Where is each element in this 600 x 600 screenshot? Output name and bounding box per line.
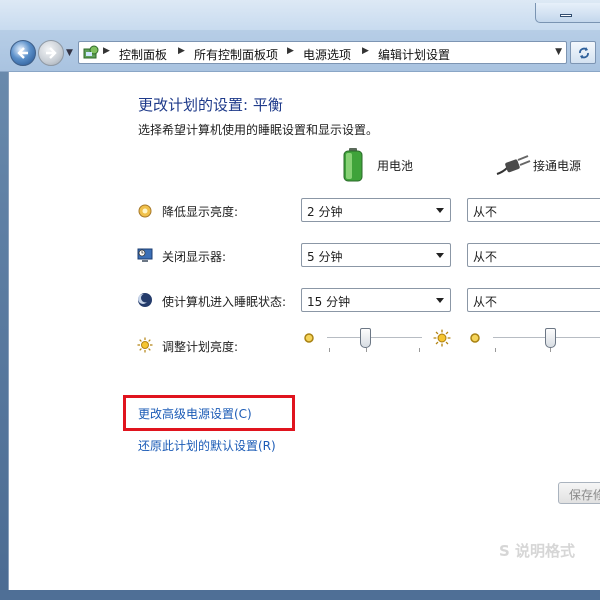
select-value: 2 分钟: [307, 205, 343, 219]
back-arrow-icon: [17, 47, 28, 59]
breadcrumb-control-panel[interactable]: 控制面板: [119, 46, 167, 63]
minimize-icon: [560, 14, 572, 17]
recent-pages-dropdown[interactable]: ▼: [66, 48, 73, 58]
brightness-battery-slider[interactable]: [360, 328, 371, 348]
brightness-high-icon: [433, 329, 451, 347]
select-value: 从不: [473, 205, 498, 219]
breadcrumb-all-items[interactable]: 所有控制面板项: [194, 46, 278, 63]
forward-arrow-icon: [46, 47, 57, 59]
address-bar[interactable]: ▶ 控制面板 ▶ 所有控制面板项 ▶ 电源选项 ▶ 编辑计划设置 ▼: [78, 41, 567, 64]
slider-tick: [495, 348, 496, 352]
column-header-battery: 用电池: [377, 159, 414, 173]
breadcrumb-separator[interactable]: ▶: [362, 46, 369, 56]
refresh-icon: [579, 47, 589, 59]
select-value: 从不: [473, 295, 498, 309]
dim-display-icon: [138, 204, 152, 218]
chevron-down-icon: [436, 208, 444, 213]
slider-tick: [550, 348, 551, 352]
select-value: 5 分钟: [307, 250, 343, 264]
brightness-sun-icon: [137, 337, 153, 353]
setting-label-brightness: 调整计划亮度:: [162, 340, 239, 354]
turn-off-display-battery-select[interactable]: 5 分钟: [301, 243, 451, 267]
address-dropdown-icon[interactable]: ▼: [555, 47, 562, 57]
brightness-low-icon: [304, 333, 314, 343]
page-title: 更改计划的设置: 平衡: [138, 96, 283, 114]
breadcrumb-separator[interactable]: ▶: [287, 46, 294, 56]
chevron-down-icon: [436, 253, 444, 258]
slider-tick: [419, 348, 420, 352]
breadcrumb-edit-plan[interactable]: 编辑计划设置: [378, 46, 450, 63]
setting-label-sleep: 使计算机进入睡眠状态:: [162, 295, 287, 309]
content-pane: 更改计划的设置: 平衡 选择希望计算机使用的睡眠设置和显示设置。 用电池 接通电…: [8, 72, 600, 600]
brightness-low-icon: [470, 333, 480, 343]
minimize-button[interactable]: [535, 3, 600, 23]
select-value: 从不: [473, 250, 498, 264]
dim-display-plugged-select[interactable]: 从不: [467, 198, 600, 222]
breadcrumb-separator[interactable]: ▶: [103, 46, 110, 56]
column-header-plugged-in: 接通电源: [533, 159, 582, 173]
title-bar: [0, 0, 600, 30]
power-plug-icon: [496, 155, 531, 175]
sleep-battery-select[interactable]: 15 分钟: [301, 288, 451, 312]
highlight-annotation: [123, 395, 295, 431]
battery-icon: [343, 148, 363, 182]
setting-label-dim-display: 降低显示亮度:: [162, 205, 239, 219]
restore-defaults-link[interactable]: 还原此计划的默认设置(R): [138, 437, 276, 454]
select-value: 15 分钟: [307, 295, 351, 309]
forward-button[interactable]: [38, 40, 64, 66]
page-subtitle: 选择希望计算机使用的睡眠设置和显示设置。: [138, 123, 379, 137]
slider-tick: [329, 348, 330, 352]
turn-off-display-plugged-select[interactable]: 从不: [467, 243, 600, 267]
monitor-off-icon: [137, 248, 153, 262]
brightness-battery-track[interactable]: [327, 337, 422, 339]
chevron-down-icon: [436, 298, 444, 303]
save-changes-button[interactable]: 保存修改: [558, 482, 600, 504]
window-bottom-edge: [0, 590, 600, 600]
breadcrumb-power-options[interactable]: 电源选项: [303, 46, 351, 63]
control-panel-icon: [83, 45, 99, 59]
dim-display-battery-select[interactable]: 2 分钟: [301, 198, 451, 222]
back-button[interactable]: [10, 40, 36, 66]
sleep-moon-icon: [138, 293, 152, 307]
watermark: S 说明格式: [499, 542, 576, 560]
setting-label-turn-off-display: 关闭显示器:: [162, 250, 227, 264]
refresh-button[interactable]: [570, 41, 596, 64]
sleep-plugged-select[interactable]: 从不: [467, 288, 600, 312]
breadcrumb-separator[interactable]: ▶: [178, 46, 185, 56]
brightness-plugged-slider[interactable]: [544, 328, 556, 348]
slider-tick: [366, 348, 367, 352]
